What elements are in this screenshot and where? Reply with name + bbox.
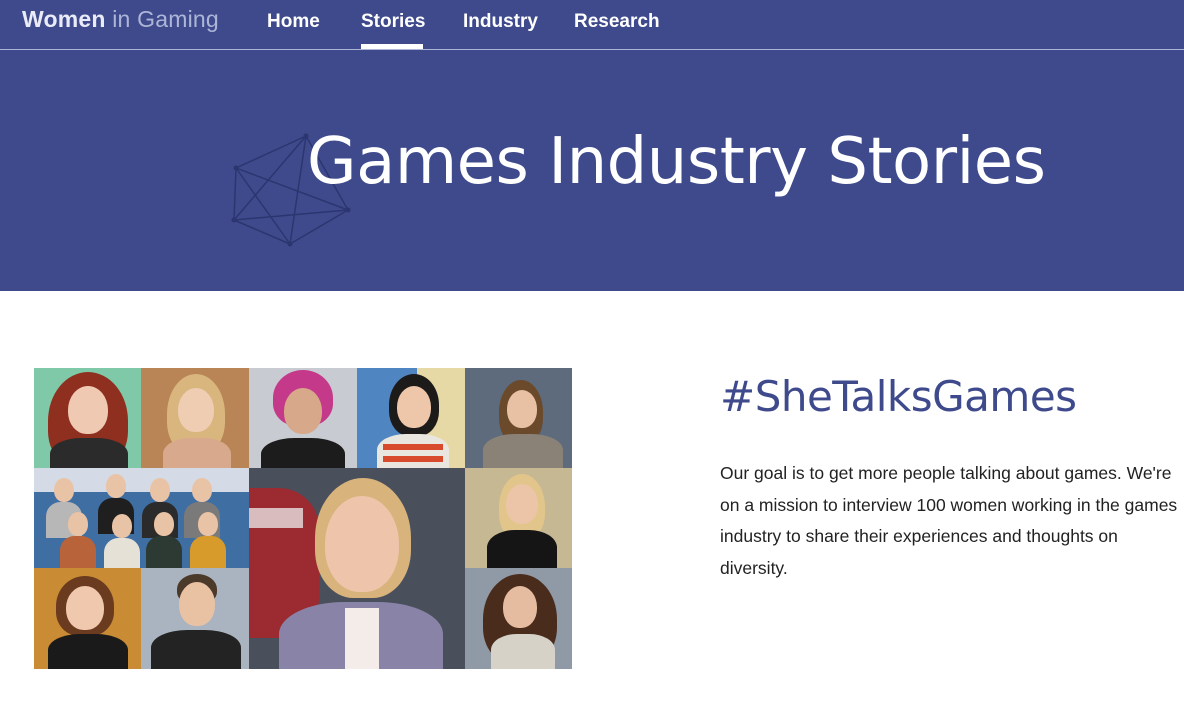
brand-light-text: in Gaming — [105, 6, 219, 32]
section-description: Our goal is to get more people talking a… — [720, 463, 1178, 578]
section-heading: #SheTalksGames — [720, 372, 1077, 421]
hero-title: Games Industry Stories — [307, 125, 1046, 199]
collage-photo — [141, 368, 249, 468]
nav-item-industry[interactable]: Industry — [463, 11, 538, 33]
nav-item-home[interactable]: Home — [267, 11, 320, 33]
nav-item-research[interactable]: Research — [574, 11, 660, 33]
collage-photo — [141, 568, 249, 669]
active-nav-indicator — [361, 44, 423, 49]
hero-banner: Games Industry Stories — [0, 50, 1184, 291]
collage-photo — [34, 468, 249, 568]
nav-item-stories[interactable]: Stories — [361, 11, 425, 33]
collage-photo — [34, 568, 141, 669]
collage-photo — [465, 368, 572, 468]
brand-bold-text: Women — [22, 6, 106, 32]
collage-photo — [249, 368, 357, 468]
women-collage-image — [34, 368, 572, 669]
collage-photo — [34, 368, 141, 468]
collage-photo — [357, 368, 465, 468]
collage-photo — [465, 568, 572, 669]
collage-photo — [465, 468, 572, 568]
brand-logo[interactable]: Women in Gaming — [22, 6, 219, 33]
top-navbar: Women in Gaming Home Stories Industry Re… — [0, 0, 1184, 50]
collage-photo — [249, 468, 465, 669]
